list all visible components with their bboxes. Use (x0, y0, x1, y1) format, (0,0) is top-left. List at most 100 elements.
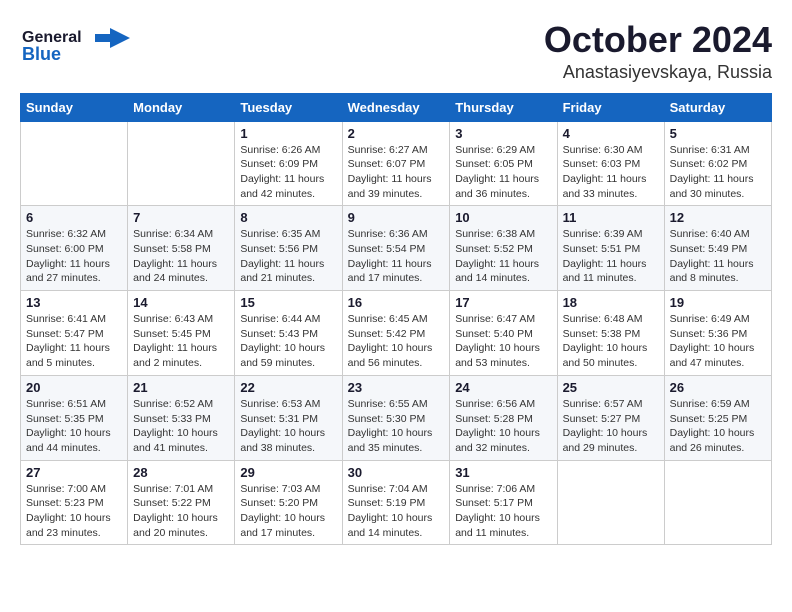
calendar-week-row: 27 Sunrise: 7:00 AMSunset: 5:23 PMDayligh… (21, 460, 772, 545)
day-number: 3 (455, 126, 551, 141)
day-number: 28 (133, 465, 229, 480)
calendar-week-row: 13Sunrise: 6:41 AMSunset: 5:47 PMDayligh… (21, 291, 772, 376)
day-info: Sunrise: 6:55 AMSunset: 5:30 PMDaylight:… (348, 397, 445, 456)
day-info: Sunrise: 6:57 AMSunset: 5:27 PMDaylight:… (563, 397, 659, 456)
calendar-table: SundayMondayTuesdayWednesdayThursdayFrid… (20, 93, 772, 546)
day-info: Sunrise: 7:04 AMSunset: 5:19 PMDaylight:… (348, 482, 445, 541)
day-info: Sunrise: 7:06 AMSunset: 5:17 PMDaylight:… (455, 482, 551, 541)
weekday-header-row: SundayMondayTuesdayWednesdayThursdayFrid… (21, 93, 772, 121)
calendar-cell: 21 Sunrise: 6:52 AMSunset: 5:33 PMDayligh… (128, 375, 235, 460)
day-number: 21 (133, 380, 229, 395)
calendar-cell (21, 121, 128, 206)
day-number: 2 (348, 126, 445, 141)
day-info: Sunrise: 6:48 AMSunset: 5:38 PMDaylight:… (563, 312, 659, 371)
page-header: General Blue October 2024 Anastasiyevska… (20, 20, 772, 83)
calendar-cell: 9 Sunrise: 6:36 AMSunset: 5:54 PMDaylight… (342, 206, 450, 291)
day-info: Sunrise: 6:52 AMSunset: 5:33 PMDaylight:… (133, 397, 229, 456)
day-info: Sunrise: 6:47 AMSunset: 5:40 PMDaylight:… (455, 312, 551, 371)
calendar-cell: 13Sunrise: 6:41 AMSunset: 5:47 PMDayligh… (21, 291, 128, 376)
day-number: 31 (455, 465, 551, 480)
day-info: Sunrise: 6:39 AMSunset: 5:51 PMDaylight:… (563, 227, 659, 286)
day-info: Sunrise: 6:45 AMSunset: 5:42 PMDaylight:… (348, 312, 445, 371)
calendar-cell: 6 Sunrise: 6:32 AMSunset: 6:00 PMDaylight… (21, 206, 128, 291)
calendar-cell: 30Sunrise: 7:04 AMSunset: 5:19 PMDayligh… (342, 460, 450, 545)
day-number: 17 (455, 295, 551, 310)
day-info: Sunrise: 6:32 AMSunset: 6:00 PMDaylight:… (26, 227, 122, 286)
calendar-cell: 4 Sunrise: 6:30 AMSunset: 6:03 PMDaylight… (557, 121, 664, 206)
calendar-cell: 26Sunrise: 6:59 AMSunset: 5:25 PMDayligh… (664, 375, 771, 460)
day-info: Sunrise: 6:41 AMSunset: 5:47 PMDaylight:… (26, 312, 122, 371)
day-number: 24 (455, 380, 551, 395)
day-info: Sunrise: 6:26 AMSunset: 6:09 PMDaylight:… (240, 143, 336, 202)
calendar-cell: 5 Sunrise: 6:31 AMSunset: 6:02 PMDaylight… (664, 121, 771, 206)
calendar-week-row: 6 Sunrise: 6:32 AMSunset: 6:00 PMDaylight… (21, 206, 772, 291)
day-info: Sunrise: 6:36 AMSunset: 5:54 PMDaylight:… (348, 227, 445, 286)
calendar-cell (128, 121, 235, 206)
calendar-cell: 2 Sunrise: 6:27 AMSunset: 6:07 PMDaylight… (342, 121, 450, 206)
day-number: 11 (563, 210, 659, 225)
day-info: Sunrise: 6:51 AMSunset: 5:35 PMDaylight:… (26, 397, 122, 456)
day-info: Sunrise: 6:30 AMSunset: 6:03 PMDaylight:… (563, 143, 659, 202)
calendar-cell: 15 Sunrise: 6:44 AMSunset: 5:43 PMDayligh… (235, 291, 342, 376)
calendar-cell: 29 Sunrise: 7:03 AMSunset: 5:20 PMDayligh… (235, 460, 342, 545)
day-number: 18 (563, 295, 659, 310)
calendar-cell: 17 Sunrise: 6:47 AMSunset: 5:40 PMDayligh… (450, 291, 557, 376)
weekday-header: Saturday (664, 93, 771, 121)
day-number: 8 (240, 210, 336, 225)
calendar-cell (664, 460, 771, 545)
calendar-cell (557, 460, 664, 545)
calendar-week-row: 20 Sunrise: 6:51 AMSunset: 5:35 PMDayligh… (21, 375, 772, 460)
day-number: 4 (563, 126, 659, 141)
weekday-header: Wednesday (342, 93, 450, 121)
day-info: Sunrise: 6:53 AMSunset: 5:31 PMDaylight:… (240, 397, 336, 456)
calendar-cell: 28Sunrise: 7:01 AMSunset: 5:22 PMDayligh… (128, 460, 235, 545)
day-number: 27 (26, 465, 122, 480)
day-number: 15 (240, 295, 336, 310)
weekday-header: Monday (128, 93, 235, 121)
logo-icon: General Blue (20, 20, 140, 70)
day-info: Sunrise: 6:34 AMSunset: 5:58 PMDaylight:… (133, 227, 229, 286)
day-number: 12 (670, 210, 766, 225)
calendar-cell: 10Sunrise: 6:38 AMSunset: 5:52 PMDayligh… (450, 206, 557, 291)
weekday-header: Friday (557, 93, 664, 121)
day-info: Sunrise: 7:00 AMSunset: 5:23 PMDaylight:… (26, 482, 122, 541)
location-title: Anastasiyevskaya, Russia (544, 62, 772, 83)
calendar-cell: 14 Sunrise: 6:43 AMSunset: 5:45 PMDayligh… (128, 291, 235, 376)
calendar-cell: 1 Sunrise: 6:26 AMSunset: 6:09 PMDaylight… (235, 121, 342, 206)
weekday-header: Sunday (21, 93, 128, 121)
day-number: 19 (670, 295, 766, 310)
day-number: 29 (240, 465, 336, 480)
weekday-header: Tuesday (235, 93, 342, 121)
calendar-cell: 16Sunrise: 6:45 AMSunset: 5:42 PMDayligh… (342, 291, 450, 376)
day-info: Sunrise: 6:27 AMSunset: 6:07 PMDaylight:… (348, 143, 445, 202)
day-info: Sunrise: 7:03 AMSunset: 5:20 PMDaylight:… (240, 482, 336, 541)
calendar-cell: 22Sunrise: 6:53 AMSunset: 5:31 PMDayligh… (235, 375, 342, 460)
calendar-cell: 31 Sunrise: 7:06 AMSunset: 5:17 PMDayligh… (450, 460, 557, 545)
day-number: 14 (133, 295, 229, 310)
day-info: Sunrise: 6:49 AMSunset: 5:36 PMDaylight:… (670, 312, 766, 371)
day-info: Sunrise: 6:35 AMSunset: 5:56 PMDaylight:… (240, 227, 336, 286)
svg-text:Blue: Blue (22, 44, 61, 64)
day-number: 9 (348, 210, 445, 225)
title-section: October 2024 Anastasiyevskaya, Russia (544, 20, 772, 83)
day-number: 20 (26, 380, 122, 395)
calendar-week-row: 1 Sunrise: 6:26 AMSunset: 6:09 PMDaylight… (21, 121, 772, 206)
calendar-cell: 7 Sunrise: 6:34 AMSunset: 5:58 PMDaylight… (128, 206, 235, 291)
day-number: 6 (26, 210, 122, 225)
calendar-cell: 3 Sunrise: 6:29 AMSunset: 6:05 PMDaylight… (450, 121, 557, 206)
day-number: 7 (133, 210, 229, 225)
day-info: Sunrise: 6:43 AMSunset: 5:45 PMDaylight:… (133, 312, 229, 371)
day-info: Sunrise: 6:29 AMSunset: 6:05 PMDaylight:… (455, 143, 551, 202)
day-number: 5 (670, 126, 766, 141)
calendar-cell: 24Sunrise: 6:56 AMSunset: 5:28 PMDayligh… (450, 375, 557, 460)
calendar-cell: 25Sunrise: 6:57 AMSunset: 5:27 PMDayligh… (557, 375, 664, 460)
day-number: 1 (240, 126, 336, 141)
calendar-cell: 18 Sunrise: 6:48 AMSunset: 5:38 PMDayligh… (557, 291, 664, 376)
day-info: Sunrise: 6:31 AMSunset: 6:02 PMDaylight:… (670, 143, 766, 202)
logo: General Blue (20, 20, 140, 70)
calendar-cell: 19 Sunrise: 6:49 AMSunset: 5:36 PMDayligh… (664, 291, 771, 376)
day-info: Sunrise: 6:40 AMSunset: 5:49 PMDaylight:… (670, 227, 766, 286)
calendar-cell: 20 Sunrise: 6:51 AMSunset: 5:35 PMDayligh… (21, 375, 128, 460)
day-info: Sunrise: 6:44 AMSunset: 5:43 PMDaylight:… (240, 312, 336, 371)
calendar-cell: 8 Sunrise: 6:35 AMSunset: 5:56 PMDaylight… (235, 206, 342, 291)
